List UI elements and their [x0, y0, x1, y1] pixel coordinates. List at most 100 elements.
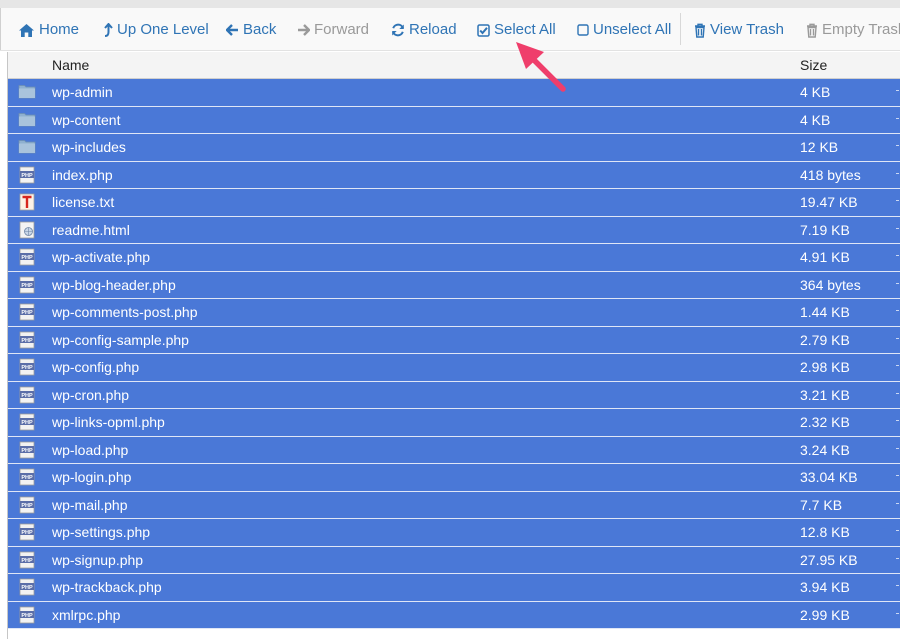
- empty-trash-button[interactable]: Empty Trash: [806, 8, 900, 50]
- reload-label: Reload: [409, 21, 457, 38]
- table-row[interactable]: PHP wp-trackback.php 3.94 KB: [8, 574, 900, 602]
- file-name[interactable]: wp-mail.php: [52, 497, 127, 513]
- file-size: 27.95 KB: [800, 551, 858, 568]
- file-name[interactable]: wp-trackback.php: [52, 579, 162, 595]
- row-edge-mark: [896, 227, 899, 229]
- unselect-all-button[interactable]: Unselect All: [577, 8, 671, 50]
- file-name[interactable]: wp-blog-header.php: [52, 277, 176, 293]
- empty-trash-label: Empty Trash: [822, 21, 900, 38]
- php-file-icon: PHP: [18, 413, 36, 431]
- table-row[interactable]: wp-content 4 KB: [8, 106, 900, 134]
- view-trash-label: View Trash: [710, 21, 784, 38]
- table-row[interactable]: PHP wp-mail.php 7.7 KB: [8, 491, 900, 519]
- php-file-icon: PHP: [18, 331, 36, 349]
- svg-text:PHP: PHP: [21, 365, 33, 371]
- php-file-icon: PHP: [18, 578, 36, 596]
- file-name[interactable]: xmlrpc.php: [52, 607, 120, 623]
- row-edge-mark: [896, 117, 899, 119]
- up-one-level-button[interactable]: Up One Level: [104, 8, 209, 50]
- svg-text:PHP: PHP: [21, 557, 33, 563]
- row-edge-mark: [896, 200, 899, 201]
- row-edge-mark: [896, 172, 899, 174]
- row-edge-mark: [896, 557, 899, 559]
- size-column-header[interactable]: Size: [800, 57, 827, 73]
- file-size: 19.47 KB: [800, 194, 858, 210]
- file-name[interactable]: wp-includes: [52, 139, 126, 155]
- name-column-header[interactable]: Name: [52, 57, 89, 73]
- table-row[interactable]: PHP wp-config-sample.php 2.79 KB: [8, 326, 900, 354]
- row-edge-mark: [896, 392, 899, 394]
- file-name[interactable]: readme.html: [52, 222, 130, 238]
- file-size: 3.24 KB: [800, 441, 850, 458]
- file-name[interactable]: wp-signup.php: [52, 552, 143, 568]
- table-row[interactable]: PHP index.php 418 bytes: [8, 161, 900, 189]
- svg-text:PHP: PHP: [21, 310, 33, 316]
- file-name[interactable]: wp-settings.php: [52, 524, 150, 540]
- table-row[interactable]: PHP wp-settings.php 12.8 KB: [8, 519, 900, 547]
- file-name[interactable]: wp-load.php: [52, 442, 128, 458]
- home-icon: [18, 23, 35, 38]
- empty-box-icon: [577, 24, 589, 36]
- table-row[interactable]: wp-includes 12 KB: [8, 134, 900, 162]
- file-name[interactable]: wp-config-sample.php: [52, 332, 189, 348]
- table-row[interactable]: PHP wp-comments-post.php 1.44 KB: [8, 299, 900, 327]
- table-row[interactable]: PHP wp-signup.php 27.95 KB: [8, 546, 900, 574]
- txt-file-icon: [18, 193, 36, 211]
- table-row[interactable]: PHP wp-config.php 2.98 KB: [8, 354, 900, 382]
- file-size: 3.21 KB: [800, 386, 850, 403]
- table-row[interactable]: PHP wp-activate.php 4.91 KB: [8, 244, 900, 272]
- file-name[interactable]: wp-config.php: [52, 359, 139, 375]
- file-name[interactable]: wp-admin: [52, 84, 113, 100]
- file-name[interactable]: wp-activate.php: [52, 249, 150, 265]
- table-row[interactable]: PHP wp-cron.php 3.21 KB: [8, 381, 900, 409]
- row-edge-mark: [896, 447, 899, 449]
- svg-text:PHP: PHP: [21, 530, 33, 536]
- file-size: 3.94 KB: [800, 579, 850, 595]
- file-name[interactable]: wp-content: [52, 112, 120, 128]
- html-file-icon: [18, 221, 36, 239]
- file-name[interactable]: wp-comments-post.php: [52, 304, 198, 320]
- php-file-icon: PHP: [18, 496, 36, 514]
- file-name[interactable]: wp-cron.php: [52, 387, 129, 403]
- reload-button[interactable]: Reload: [391, 8, 457, 50]
- svg-text:PHP: PHP: [21, 420, 33, 426]
- view-trash-button[interactable]: View Trash: [694, 8, 784, 50]
- file-name[interactable]: wp-login.php: [52, 469, 131, 485]
- trash-icon: [694, 23, 706, 38]
- home-button[interactable]: Home: [18, 8, 79, 50]
- file-list: Name Size wp-admin 4 KB wp-content 4 KB wp-i…: [7, 52, 900, 639]
- php-file-icon: PHP: [18, 386, 36, 404]
- file-name[interactable]: license.txt: [52, 194, 114, 210]
- file-size: 12 KB: [800, 139, 839, 155]
- select-all-label: Select All: [494, 21, 556, 38]
- forward-button[interactable]: Forward: [297, 8, 369, 50]
- checked-box-icon: [477, 23, 490, 37]
- table-row[interactable]: PHP wp-login.php 33.04 KB: [8, 464, 900, 492]
- table-row[interactable]: license.txt 19.47 KB: [8, 189, 900, 217]
- table-row[interactable]: PHP xmlrpc.php 2.99 KB: [8, 601, 900, 629]
- row-edge-mark: [896, 145, 899, 146]
- back-button[interactable]: Back: [226, 8, 276, 50]
- row-edge-mark: [896, 310, 899, 311]
- svg-text:PHP: PHP: [21, 337, 33, 343]
- table-row[interactable]: PHP wp-blog-header.php 364 bytes: [8, 271, 900, 299]
- file-size: 364 bytes: [800, 276, 861, 293]
- table-row[interactable]: wp-admin 4 KB: [8, 79, 900, 107]
- svg-text:PHP: PHP: [21, 447, 33, 453]
- forward-arrow-icon: [297, 24, 310, 36]
- file-size: 418 bytes: [800, 166, 861, 183]
- row-edge-mark: [896, 530, 899, 531]
- file-name[interactable]: index.php: [52, 167, 113, 183]
- up-arrow-icon: [104, 23, 113, 38]
- select-all-button[interactable]: Select All: [477, 8, 556, 50]
- row-edge-mark: [896, 255, 899, 256]
- forward-label: Forward: [314, 21, 370, 38]
- file-manager-toolbar: Home Up One Level Back Forward Reload Se…: [0, 8, 900, 51]
- table-row[interactable]: readme.html 7.19 KB: [8, 216, 900, 244]
- table-row[interactable]: PHP wp-load.php 3.24 KB: [8, 436, 900, 464]
- php-file-icon: PHP: [18, 441, 36, 459]
- home-label: Home: [39, 21, 80, 38]
- table-row[interactable]: PHP wp-links-opml.php 2.32 KB: [8, 409, 900, 437]
- file-name[interactable]: wp-links-opml.php: [52, 414, 165, 430]
- row-edge-mark: [896, 337, 899, 339]
